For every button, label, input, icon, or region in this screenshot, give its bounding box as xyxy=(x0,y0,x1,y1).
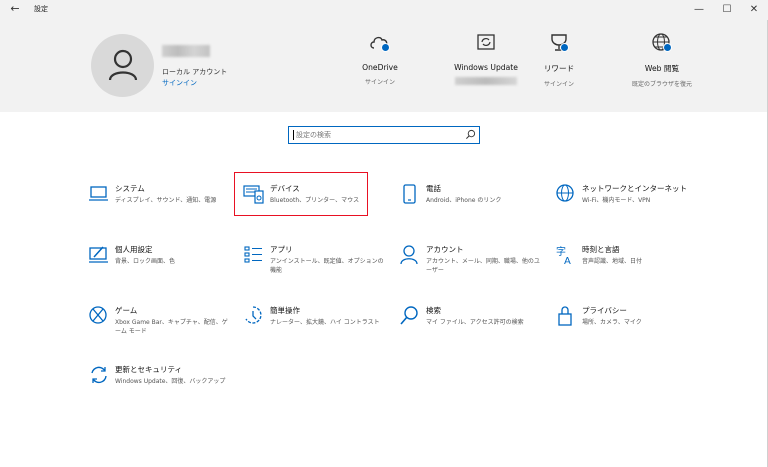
category-desc: 背景、ロック画面、色 xyxy=(115,258,176,265)
category-phone[interactable]: 電話 Android、iPhone のリンク xyxy=(399,183,549,223)
category-title: システム xyxy=(115,184,145,193)
category-title: 検索 xyxy=(426,306,441,315)
paint-monitor-icon xyxy=(89,246,108,263)
signin-link[interactable]: サインイン xyxy=(162,78,197,88)
close-button[interactable]: ✕ xyxy=(740,0,768,20)
account-header: ローカル アカウント サインイン OneDrive サインイン Windows … xyxy=(0,20,768,112)
header-item-sub: サインイン xyxy=(364,79,395,86)
account-type: ローカル アカウント xyxy=(162,68,228,76)
category-desc: アカウント、メール、同期、職場、他のユーザー xyxy=(426,258,540,274)
keyboard-speaker-icon xyxy=(243,185,264,204)
category-title: アカウント xyxy=(426,245,464,254)
phone-icon xyxy=(403,184,416,204)
category-desc: ナレーター、拡大鏡、ハイ コントラスト xyxy=(270,319,380,326)
app-list-icon xyxy=(244,246,262,263)
category-desc: Android、iPhone のリンク xyxy=(426,197,502,204)
category-ease-of-access[interactable]: 簡単操作 ナレーター、拡大鏡、ハイ コントラスト xyxy=(243,305,393,345)
category-desc: 場所、カメラ、マイク xyxy=(582,319,642,326)
category-title: 更新とセキュリティ xyxy=(115,365,183,374)
person-icon xyxy=(108,49,138,81)
header-item-title: リワード xyxy=(543,64,575,73)
category-time-language[interactable]: 字 A 時刻と言語 音声認識、地域、日付 xyxy=(555,244,705,284)
ease-of-access-icon xyxy=(245,306,262,324)
text-caret xyxy=(293,130,294,140)
search-input[interactable]: 設定の検索 xyxy=(288,126,480,144)
category-desc: 音声認識、地域、日付 xyxy=(582,258,643,265)
title-bar: ← 設定 — ☐ ✕ xyxy=(0,0,768,20)
globe-network-icon xyxy=(556,184,574,202)
status-dot xyxy=(560,43,569,52)
category-system[interactable]: システム ディスプレイ、サウンド、通知、電源 xyxy=(88,183,238,223)
monitor-icon xyxy=(89,186,108,201)
maximize-button[interactable]: ☐ xyxy=(713,0,741,20)
magnifier-icon xyxy=(400,306,418,325)
category-desc: Xbox Game Bar、キャプチャ、配信、ゲーム モード xyxy=(115,319,228,335)
category-title: 時刻と言語 xyxy=(582,245,620,254)
header-item-title: Web 閲覧 xyxy=(644,64,680,73)
status-dot xyxy=(381,43,390,52)
category-desc: Windows Update、回復、バックアップ xyxy=(115,378,226,385)
header-rewards[interactable]: リワード サインイン xyxy=(504,32,614,88)
back-arrow-icon[interactable]: ← xyxy=(8,2,22,15)
search-icon[interactable] xyxy=(465,129,476,140)
header-item-sub: 既定のブラウザを復元 xyxy=(631,81,692,88)
header-item-title: OneDrive xyxy=(362,63,398,72)
category-search[interactable]: 検索 マイ ファイル、アクセス許可の検索 xyxy=(399,305,549,345)
category-title: プライバシー xyxy=(582,306,627,315)
category-title: 電話 xyxy=(426,184,441,193)
search-placeholder: 設定の検索 xyxy=(296,131,331,139)
category-title: アプリ xyxy=(270,245,293,254)
svg-text:A: A xyxy=(564,256,571,266)
category-network[interactable]: ネットワークとインターネット Wi-Fi、機内モード、VPN xyxy=(555,183,705,223)
header-item-sub: サインイン xyxy=(543,81,574,88)
category-title: ゲーム xyxy=(115,306,138,315)
language-icon: 字 A xyxy=(556,245,571,266)
category-gaming[interactable]: ゲーム Xbox Game Bar、キャプチャ、配信、ゲーム モード xyxy=(88,305,238,345)
category-accounts[interactable]: アカウント アカウント、メール、同期、職場、他のユーザー xyxy=(399,244,549,284)
header-onedrive[interactable]: OneDrive サインイン xyxy=(325,32,435,86)
lock-icon xyxy=(558,306,572,326)
category-update-security[interactable]: 更新とセキュリティ Windows Update、回復、バックアップ xyxy=(88,364,238,404)
category-desc: ディスプレイ、サウンド、通知、電源 xyxy=(115,197,217,204)
category-title: 簡単操作 xyxy=(270,306,300,315)
header-web-browsing[interactable]: Web 閲覧 既定のブラウザを復元 xyxy=(607,32,717,88)
xbox-icon xyxy=(89,306,107,324)
category-desc: マイ ファイル、アクセス許可の検索 xyxy=(426,319,524,326)
category-personalization[interactable]: 個人用設定 背景、ロック画面、色 xyxy=(88,244,238,284)
window-title: 設定 xyxy=(34,5,48,13)
minimize-button[interactable]: — xyxy=(685,0,713,20)
category-title: ネットワークとインターネット xyxy=(582,184,687,193)
category-privacy[interactable]: プライバシー 場所、カメラ、マイク xyxy=(555,305,705,345)
avatar[interactable] xyxy=(91,34,154,97)
blurred-username xyxy=(162,45,210,57)
status-dot xyxy=(663,43,672,52)
category-desc: Bluetooth、プリンター、マウス xyxy=(270,197,360,204)
refresh-icon xyxy=(91,366,107,384)
category-title: 個人用設定 xyxy=(115,245,153,254)
category-desc: アンインストール、既定値、オプションの機能 xyxy=(270,258,384,274)
person-icon xyxy=(400,245,418,265)
category-apps[interactable]: アプリ アンインストール、既定値、オプションの機能 xyxy=(243,244,393,284)
category-desc: Wi-Fi、機内モード、VPN xyxy=(582,197,651,204)
category-title: デバイス xyxy=(270,184,300,193)
sync-icon xyxy=(477,34,495,50)
category-devices[interactable]: デバイス Bluetooth、プリンター、マウス xyxy=(243,183,393,223)
